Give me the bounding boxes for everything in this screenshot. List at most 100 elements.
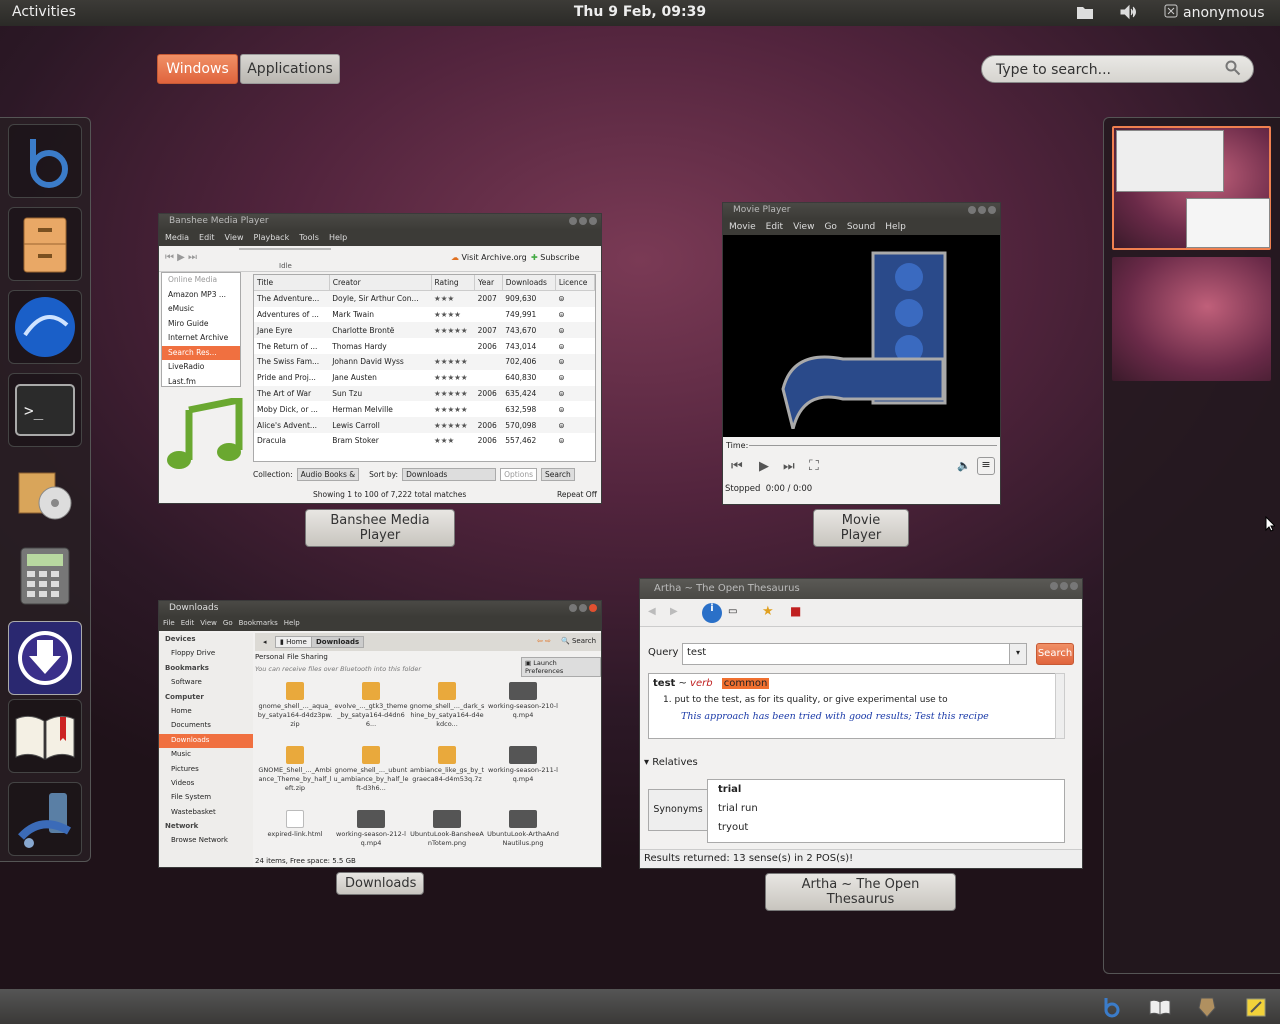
window-icon[interactable]: ▭: [728, 606, 737, 617]
search-button[interactable]: Search: [541, 468, 575, 481]
downloads-caption[interactable]: Downloads: [336, 872, 424, 895]
menu-go[interactable]: Go: [824, 222, 836, 232]
source-item[interactable]: Miro Guide: [162, 317, 240, 332]
quit-icon[interactable]: ■: [790, 604, 801, 618]
movie-player-window[interactable]: Movie Player Movie Edit View Go Sound He…: [722, 202, 1001, 505]
menu-movie[interactable]: Movie: [729, 222, 756, 232]
nav-arrows-icon[interactable]: ⇦ ⇨: [537, 637, 551, 645]
column-header[interactable]: Downloads: [502, 275, 556, 292]
track-list[interactable]: Title Creator Rating Year Downloads Licence T…: [253, 274, 596, 462]
user-status-icon[interactable]: [1164, 4, 1178, 22]
menu-playback[interactable]: Playback: [254, 233, 290, 243]
file-item[interactable]: gnome_shell_..._dark_shine_by_satya164-d…: [409, 679, 485, 743]
sidebar-place-item[interactable]: Music: [159, 748, 253, 762]
file-item[interactable]: UbuntuLook-ArthaAndNautilus.png: [485, 807, 561, 867]
track-row[interactable]: The Adventure... Doyle, Sir Arthur Con...…: [254, 290, 595, 307]
synonym-item[interactable]: trial: [718, 784, 1054, 803]
workspace-2-thumbnail[interactable]: [1112, 257, 1271, 381]
sidebar-place-item[interactable]: Documents: [159, 719, 253, 733]
dictionary-tray-icon[interactable]: [1149, 998, 1171, 1019]
maximize-icon[interactable]: [579, 217, 587, 225]
menu-help[interactable]: Help: [284, 619, 300, 629]
menu-view[interactable]: View: [793, 222, 814, 232]
network-tray-icon[interactable]: [1197, 996, 1217, 1021]
menu-edit[interactable]: Edit: [766, 222, 783, 232]
notes-tray-icon[interactable]: [1246, 997, 1266, 1020]
download-manager-icon[interactable]: [8, 621, 82, 695]
menu-bookmarks[interactable]: Bookmarks: [239, 619, 278, 629]
track-row[interactable]: Jane Eyre Charlotte Brontë ★★★★★ 2007 743,67…: [254, 322, 595, 339]
query-input[interactable]: test: [682, 643, 1010, 665]
minimize-icon[interactable]: [968, 206, 976, 214]
track-row[interactable]: The Return of ... Thomas Hardy 2006 743,014…: [254, 338, 595, 354]
minimize-icon[interactable]: [569, 604, 577, 612]
column-header[interactable]: Rating: [431, 275, 476, 292]
fullscreen-icon[interactable]: ⛶: [809, 458, 819, 474]
source-item[interactable]: Amazon MP3 ...: [162, 288, 240, 303]
collection-select[interactable]: Audio Books &: [296, 468, 360, 481]
network-icon[interactable]: [8, 782, 82, 856]
visit-archive-link[interactable]: ☁ Visit Archive.org: [451, 253, 527, 262]
movie-player-caption[interactable]: Movie Player: [813, 509, 909, 547]
search-button[interactable]: 🔍 Search: [561, 637, 596, 645]
source-item[interactable]: eMusic: [162, 302, 240, 317]
file-item[interactable]: ambiance_like_gs_by_tgraeca84-d4m53q.7z: [409, 743, 485, 807]
info-icon[interactable]: i: [702, 603, 722, 623]
file-item[interactable]: UbuntuLook-BansheeAnTotem.png: [409, 807, 485, 867]
track-row[interactable]: The Art of War Sun Tzu ★★★★★ 2006 635,424 ⊜: [254, 385, 595, 402]
close-icon[interactable]: [1070, 582, 1078, 590]
maximize-icon[interactable]: [1060, 582, 1068, 590]
close-icon[interactable]: [589, 604, 597, 612]
volume-icon[interactable]: 🔈: [957, 459, 971, 472]
column-header[interactable]: Title: [254, 275, 330, 292]
downloads-titlebar[interactable]: Downloads: [159, 601, 601, 617]
video-area[interactable]: [723, 235, 1000, 437]
track-row[interactable]: Moby Dick, or ... Herman Melville ★★★★★ 632…: [254, 401, 595, 417]
close-icon[interactable]: [589, 217, 597, 225]
menu-go[interactable]: Go: [223, 619, 233, 629]
search-button[interactable]: Search: [1036, 643, 1074, 665]
banshee-window[interactable]: Banshee Media Player Media Edit View Pla…: [158, 213, 602, 504]
movie-titlebar[interactable]: Movie Player: [723, 203, 1000, 219]
applications-tab-button[interactable]: Applications: [240, 54, 340, 84]
user-name[interactable]: anonymous: [1183, 5, 1265, 21]
menu-tools[interactable]: Tools: [299, 233, 319, 243]
maximize-icon[interactable]: [579, 604, 587, 612]
back-icon[interactable]: ◀: [648, 606, 656, 617]
artha-titlebar[interactable]: Artha ~ The Open Thesaurus: [640, 579, 1082, 599]
file-item[interactable]: evolve_..._gtk3_theme_by_satya164-d4dn66…: [333, 679, 409, 743]
volume-icon[interactable]: [1119, 4, 1137, 24]
banshee-tray-icon[interactable]: [1101, 996, 1121, 1021]
menu-file[interactable]: File: [163, 619, 175, 629]
menu-edit[interactable]: Edit: [199, 233, 215, 243]
synonym-item[interactable]: trial run: [718, 803, 1054, 822]
back-arrow-icon[interactable]: ◂: [263, 638, 267, 646]
forward-icon[interactable]: ▶: [670, 606, 678, 617]
sidebar-place-item[interactable]: File System: [159, 791, 253, 805]
source-item-selected[interactable]: Search Res...: [162, 345, 240, 360]
time-slider[interactable]: [749, 445, 997, 446]
file-item[interactable]: GNOME_Shell_..._Ambiance_Theme_by_half_l…: [257, 743, 333, 807]
search-field[interactable]: Type to search...: [981, 55, 1254, 83]
subscribe-button[interactable]: ✚ Subscribe: [531, 253, 580, 262]
sort-select[interactable]: Downloads: [402, 468, 497, 481]
sidebar-place-item[interactable]: Browse Network: [159, 834, 253, 848]
downloads-window[interactable]: Downloads File Edit View Go Bookmarks He…: [158, 600, 602, 868]
source-item[interactable]: Internet Archive: [162, 331, 240, 346]
clock[interactable]: Thu 9 Feb, 09:39: [574, 4, 706, 20]
sidebar-place-item[interactable]: Downloads: [159, 733, 253, 749]
close-icon[interactable]: [988, 206, 996, 214]
minimize-icon[interactable]: [569, 217, 577, 225]
sidebar-place-item[interactable]: Wastebasket: [159, 806, 253, 820]
file-item[interactable]: working-season-210-lq.mp4: [485, 679, 561, 743]
sidebar-place-item[interactable]: Videos: [159, 777, 253, 791]
repeat-toggle[interactable]: Repeat Off: [557, 490, 597, 499]
calculator-icon[interactable]: [8, 539, 82, 613]
next-icon[interactable]: ⏭: [783, 459, 795, 474]
menu-help[interactable]: Help: [885, 222, 906, 232]
column-header[interactable]: Year: [474, 275, 503, 292]
workspace-1-thumbnail[interactable]: [1112, 126, 1271, 250]
track-row[interactable]: Adventures of ... Mark Twain ★★★★ 749,991 ⊜: [254, 307, 595, 323]
artha-window[interactable]: Artha ~ The Open Thesaurus ◀ ▶ i ▭ ★ ■ Q…: [639, 578, 1083, 869]
menu-view[interactable]: View: [225, 233, 244, 243]
